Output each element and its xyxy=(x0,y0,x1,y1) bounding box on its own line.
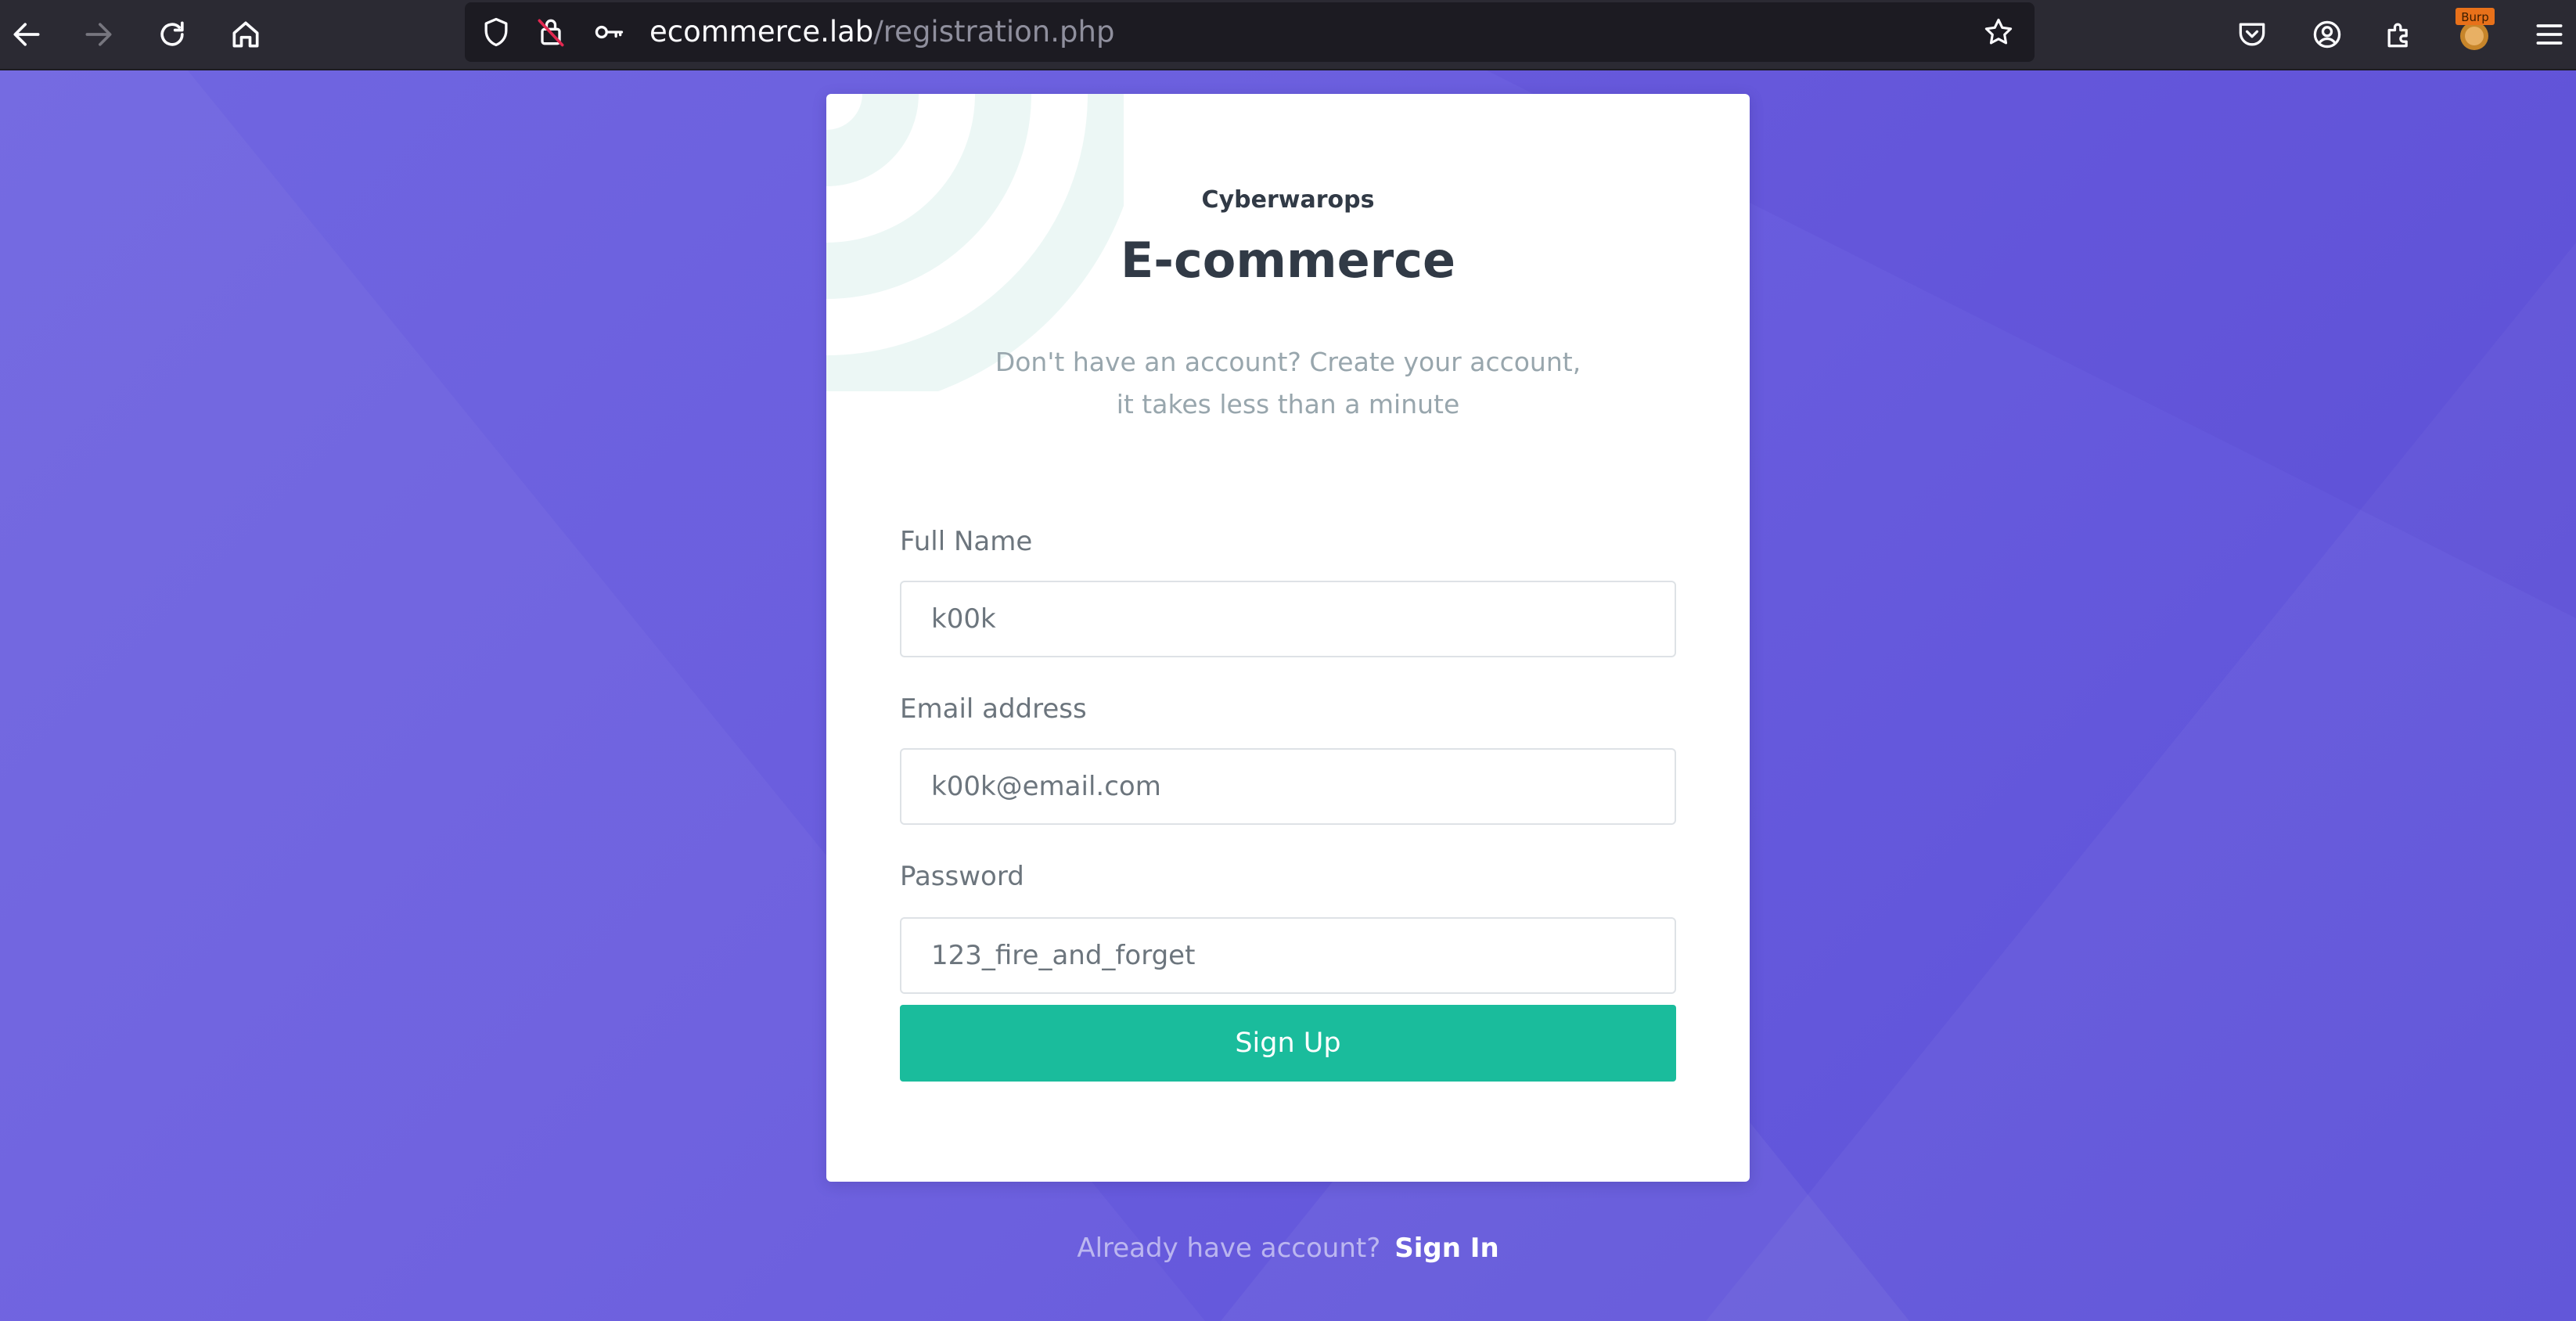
forward-button[interactable] xyxy=(72,8,125,61)
password-label: Password xyxy=(900,861,1024,892)
home-button[interactable] xyxy=(219,8,272,61)
key-icon xyxy=(595,25,624,39)
signup-subtitle: Don't have an account? Create your accou… xyxy=(936,341,1640,426)
fullname-label: Full Name xyxy=(900,526,1033,557)
account-icon xyxy=(2313,20,2341,49)
connection-info-button[interactable] xyxy=(532,13,570,51)
arrow-left-icon xyxy=(13,23,40,46)
sign-up-button[interactable]: Sign Up xyxy=(900,1005,1676,1082)
burp-extension-button[interactable]: Burp xyxy=(2451,8,2498,55)
sign-in-link[interactable]: Sign In xyxy=(1394,1233,1498,1264)
url-host: ecommerce.lab xyxy=(649,15,874,49)
reload-button[interactable] xyxy=(146,8,199,61)
hamburger-menu-icon xyxy=(2536,24,2563,45)
puzzle-icon xyxy=(2387,23,2408,48)
url-path: /registration.php xyxy=(873,15,1115,49)
email-label: Email address xyxy=(900,693,1087,725)
arrow-right-icon xyxy=(85,23,112,46)
fullname-input[interactable] xyxy=(900,581,1676,657)
lock-insecure-icon xyxy=(538,19,564,47)
account-button[interactable] xyxy=(2301,8,2354,61)
pocket-icon xyxy=(2239,23,2265,46)
star-icon xyxy=(1984,18,2013,45)
registration-card: Cyberwarops E-commerce Don't have an acc… xyxy=(826,94,1750,1182)
bookmark-button[interactable] xyxy=(1980,13,2017,51)
email-input[interactable] xyxy=(900,748,1676,825)
page-title: E-commerce xyxy=(1120,232,1456,289)
password-input[interactable] xyxy=(900,917,1676,994)
subtitle-line-2: it takes less than a minute xyxy=(1116,389,1460,419)
home-icon xyxy=(232,21,259,48)
browser-toolbar: ecommerce.lab/registration.php Burp xyxy=(0,0,2576,70)
tracking-protection-button[interactable] xyxy=(477,13,515,51)
pocket-button[interactable] xyxy=(2225,8,2279,61)
menu-button[interactable] xyxy=(2523,8,2576,61)
page-background: Cyberwarops E-commerce Don't have an acc… xyxy=(0,70,2576,1321)
burp-badge-text: Burp xyxy=(2461,10,2489,24)
shield-icon xyxy=(484,17,508,47)
burp-icon: Burp xyxy=(2455,8,2495,50)
back-button[interactable] xyxy=(0,8,53,61)
extensions-button[interactable] xyxy=(2373,8,2426,61)
permissions-button[interactable] xyxy=(590,13,628,51)
brand-company-name: Cyberwarops xyxy=(1201,186,1375,214)
signin-prompt: Already have account? Sign In xyxy=(0,1233,2576,1264)
signin-prompt-text: Already have account? xyxy=(1077,1233,1381,1264)
reload-icon xyxy=(160,21,184,46)
url-bar[interactable]: ecommerce.lab/registration.php xyxy=(465,2,2035,62)
url-text[interactable]: ecommerce.lab/registration.php xyxy=(649,2,1114,62)
subtitle-line-1: Don't have an account? Create your accou… xyxy=(995,347,1581,377)
